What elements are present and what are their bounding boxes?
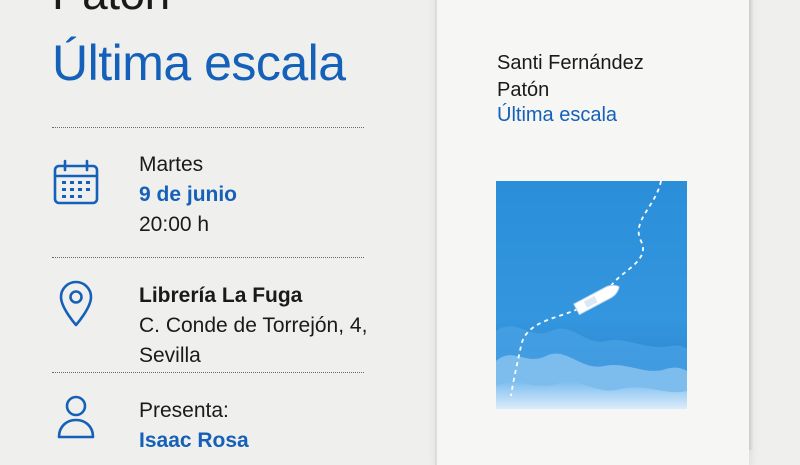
event-time: 20:00 h (139, 213, 210, 236)
location-pin-icon (52, 280, 100, 328)
cover-illustration (496, 181, 687, 409)
book-author: Santi Fernández Patón (497, 50, 644, 104)
event-date-value: 9 de junio (139, 183, 238, 206)
book-cover: Santi Fernández Patón Última escala (437, 0, 749, 465)
user-icon (52, 393, 100, 441)
divider (52, 127, 364, 128)
book-page-edge (749, 0, 753, 450)
event-book-title: Última escala (52, 35, 346, 91)
event-date: Martes 9 de junio 20:00 h (139, 150, 237, 240)
event-presenter: Presenta: Isaac Rosa (139, 396, 249, 456)
presenter-name: Isaac Rosa (139, 429, 249, 452)
event-day: Martes (139, 153, 204, 176)
venue-address-line1: C. Conde de Torrejón, 4, (139, 314, 368, 337)
presenter-label: Presenta: (139, 399, 229, 422)
divider (52, 372, 364, 373)
venue-name: Librería La Fuga (139, 284, 303, 307)
book-title: Última escala (497, 104, 618, 126)
divider (52, 257, 364, 258)
author-name-partial: Patón (52, 0, 170, 20)
event-place: Librería La Fuga C. Conde de Torrejón, 4… (139, 281, 367, 371)
calendar-icon (52, 158, 100, 206)
venue-address-line2: Sevilla (139, 344, 201, 367)
book-author-line1: Santi Fernández (497, 52, 644, 74)
book-author-line2: Patón (497, 79, 550, 101)
